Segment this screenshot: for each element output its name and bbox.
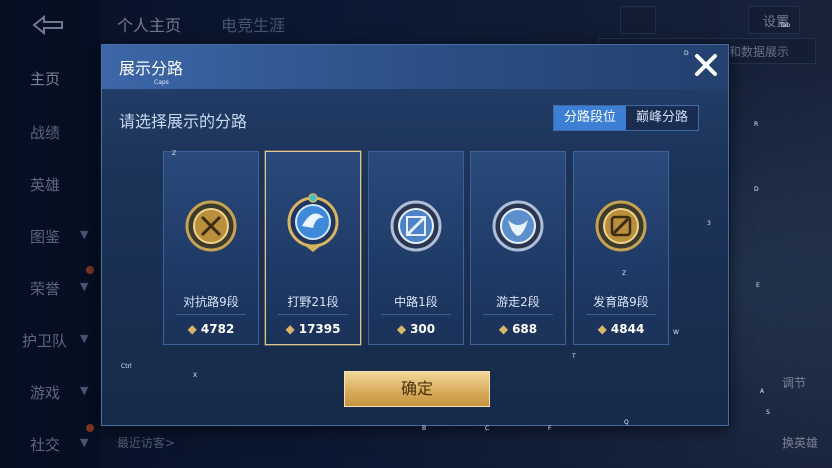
lane-points-value: 4844 — [610, 322, 645, 336]
keycap-label: Z — [172, 150, 177, 157]
divider — [176, 314, 246, 315]
jungle-dragon-emblem-icon — [287, 193, 339, 252]
dialog-title: 展示分路 — [119, 59, 184, 78]
keycap-label: 3 — [707, 220, 711, 227]
segment-lane-rank[interactable]: 分路段位 — [554, 106, 627, 130]
lane-card-farm[interactable]: 发育路9段 ◆ 4844 — [573, 151, 669, 345]
dialog-header: 展示分路 — [102, 45, 728, 89]
lane-points-value: 688 — [512, 322, 538, 336]
rank-points-icon: ◆ — [597, 322, 607, 336]
segment-peak-lane[interactable]: 巅峰分路 — [626, 106, 698, 130]
keycap-label: Caps — [154, 79, 169, 86]
lane-rank: 中路1段 — [394, 295, 438, 309]
lane-points: ◆ 4844 — [574, 322, 668, 336]
keycap-label: D — [684, 50, 689, 57]
lane-points-value: 4782 — [200, 322, 235, 336]
farm-lane-emblem-icon — [595, 200, 647, 252]
lane-points-value: 300 — [410, 322, 436, 336]
lane-card-jungle[interactable]: 打野21段 ◆ 17395 — [265, 151, 361, 345]
keycap-label: D — [754, 186, 759, 193]
lane-rank: 发育路9段 — [593, 295, 649, 309]
lane-points-value: 17395 — [298, 322, 341, 336]
divider — [586, 314, 656, 315]
divider — [278, 314, 348, 315]
keycap-label: S — [766, 409, 770, 416]
close-icon[interactable] — [692, 51, 720, 79]
keycap-label: B — [422, 425, 427, 432]
lane-rank: 打野21段 — [287, 295, 339, 309]
lane-card-clash[interactable]: 对抗路9段 ◆ 4782 — [163, 151, 259, 345]
roam-emblem-icon — [492, 200, 544, 252]
divider — [381, 314, 451, 315]
lane-points: ◆ 688 — [471, 322, 565, 336]
clash-lane-emblem-icon — [185, 200, 237, 252]
keycap-label: C — [485, 425, 490, 432]
divider — [483, 314, 553, 315]
keycap-label: A — [760, 388, 765, 395]
lane-mode-toggle: 分路段位 巅峰分路 — [553, 105, 700, 131]
keycap-label: Ctrl — [121, 363, 132, 370]
lane-card-mid[interactable]: 中路1段 ◆ 300 — [368, 151, 464, 345]
keycap-label: T — [572, 353, 576, 360]
mid-lane-emblem-icon — [390, 200, 442, 252]
rank-points-icon: ◆ — [285, 322, 295, 336]
keycap-label: E — [756, 282, 760, 289]
rank-points-icon: ◆ — [498, 322, 509, 336]
lane-display-dialog: 展示分路 请选择展示的分路 分路段位 巅峰分路 对抗路9段 ◆ 4782 打野21… — [101, 44, 729, 426]
lane-points: ◆ 17395 — [266, 322, 360, 336]
rank-points-icon: ◆ — [187, 322, 197, 336]
confirm-button[interactable]: 确定 — [344, 371, 490, 407]
lane-card-roam[interactable]: 游走2段 ◆ 688 — [470, 151, 566, 345]
keycap-label: W — [673, 329, 679, 336]
rank-points-icon: ◆ — [396, 322, 407, 336]
lane-rank: 游走2段 — [496, 295, 540, 309]
lane-points: ◆ 4782 — [164, 322, 258, 336]
lane-select-prompt: 请选择展示的分路 — [119, 112, 248, 131]
keycap-label: Z — [622, 270, 627, 277]
lane-points: ◆ 300 — [369, 322, 463, 336]
keycap-label: X — [193, 372, 198, 379]
lane-rank: 对抗路9段 — [183, 295, 239, 309]
keycap-label: Q — [624, 419, 629, 426]
keycap-label: R — [754, 121, 759, 128]
keycap-label: F — [548, 425, 552, 432]
keycap-label: Tab — [780, 22, 791, 29]
